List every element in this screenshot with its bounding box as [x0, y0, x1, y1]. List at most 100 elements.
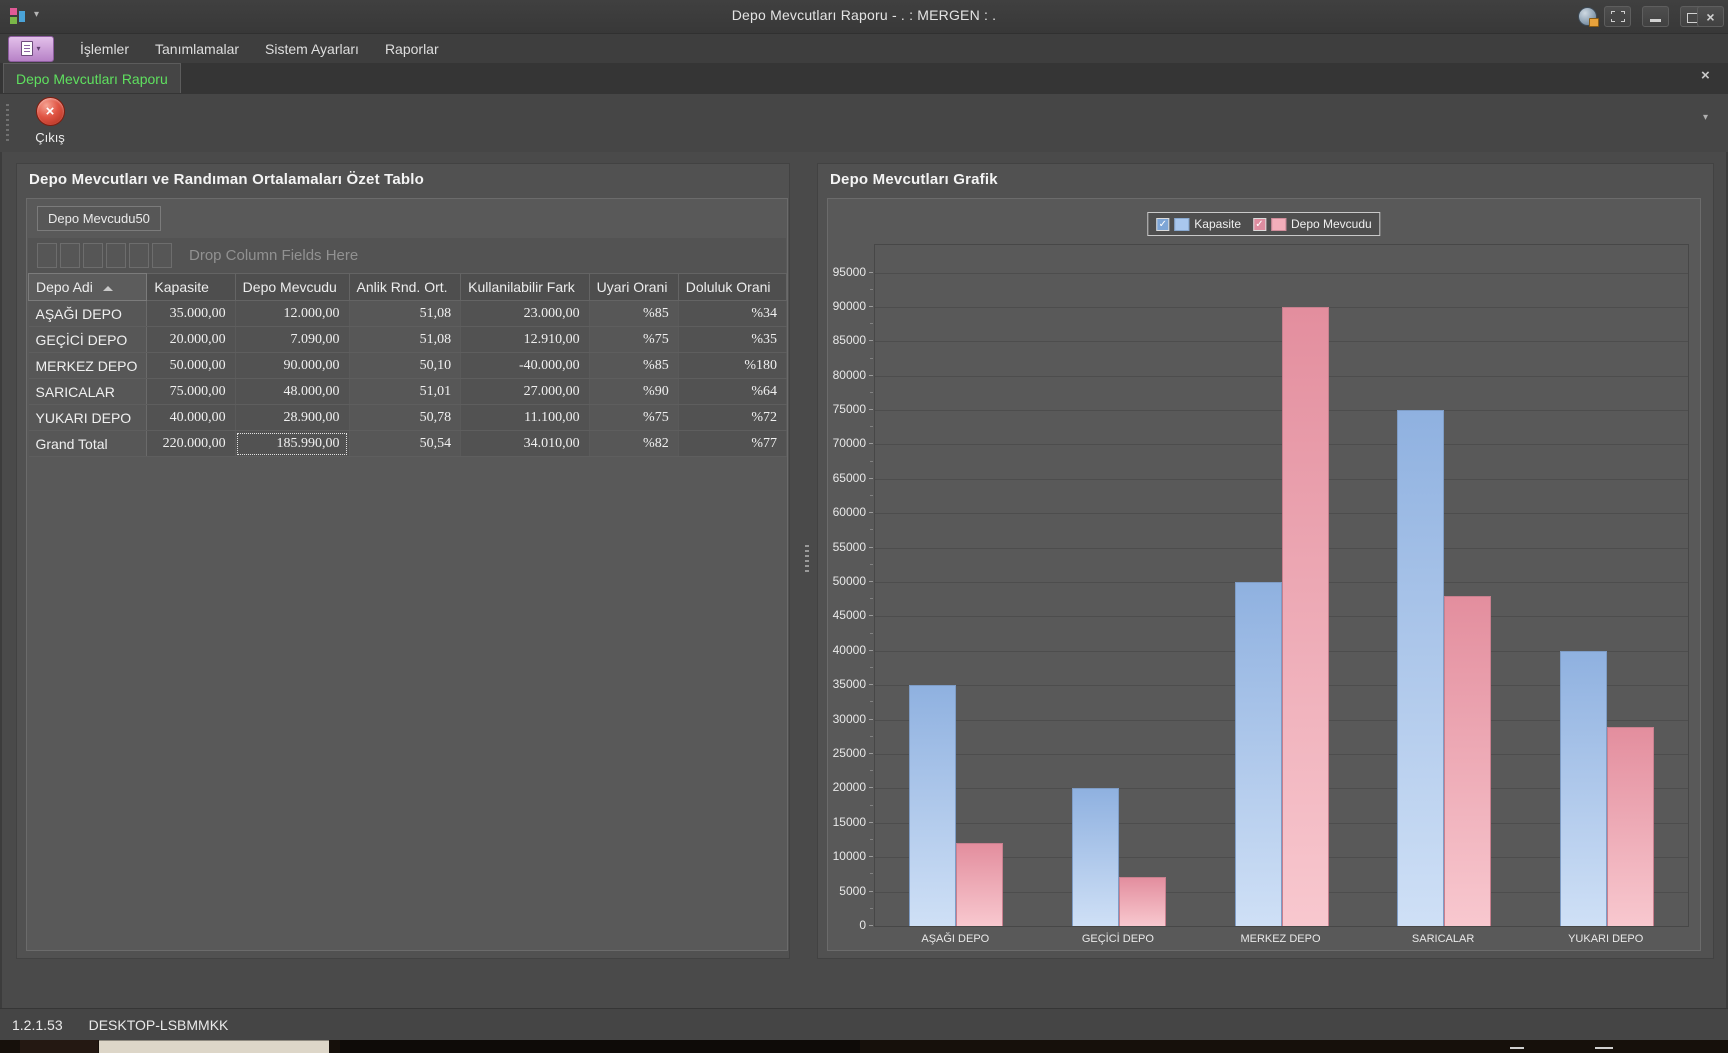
exit-button[interactable]: × Çıkış: [18, 97, 82, 149]
data-cell[interactable]: %85: [589, 301, 678, 327]
toolbar-grip[interactable]: [6, 104, 9, 142]
menu-item-raporlar[interactable]: Raporlar: [385, 41, 439, 57]
application-menu-button[interactable]: ▾: [8, 36, 54, 62]
column-header-doluluk-orani[interactable]: Doluluk Orani: [678, 274, 786, 301]
data-cell[interactable]: %85: [589, 353, 678, 379]
globe-lock-icon: [1578, 7, 1597, 26]
data-cell[interactable]: 40.000,00: [147, 405, 235, 431]
y-axis-label: 65000: [828, 471, 866, 485]
y-axis-label: 85000: [828, 333, 866, 347]
data-cell[interactable]: %82: [589, 431, 678, 457]
data-cell[interactable]: 7.090,00: [235, 327, 349, 353]
menu-item-tan-mlamalar[interactable]: Tanımlamalar: [155, 41, 239, 57]
y-axis-minor-tick: [870, 564, 873, 565]
data-cell[interactable]: 34.010,00: [461, 431, 589, 457]
column-fields-drop-area[interactable]: Drop Column Fields Here: [28, 238, 786, 273]
data-cell[interactable]: 51,08: [349, 327, 461, 353]
depo-mevcudu-checkbox[interactable]: ✓: [1253, 218, 1266, 231]
data-cell[interactable]: %77: [678, 431, 786, 457]
data-cell[interactable]: %180: [678, 353, 786, 379]
y-axis-label: 75000: [828, 402, 866, 416]
data-cell[interactable]: %64: [678, 379, 786, 405]
data-cell[interactable]: 27.000,00: [461, 379, 589, 405]
legend-item-kapasite: ✓ Kapasite: [1156, 217, 1241, 231]
data-cell[interactable]: 50,10: [349, 353, 461, 379]
y-axis-tick: [869, 891, 873, 892]
data-cell[interactable]: 50,78: [349, 405, 461, 431]
column-header-depo-mevcudu[interactable]: Depo Mevcudu: [235, 274, 349, 301]
x-axis-label: MERKEZ DEPO: [1199, 933, 1362, 945]
row-header-cell[interactable]: YUKARI DEPO: [29, 405, 147, 431]
tab-close-icon[interactable]: ×: [1701, 68, 1710, 83]
menu-item-i-lemler[interactable]: İşlemler: [80, 41, 129, 57]
data-cell[interactable]: 20.000,00: [147, 327, 235, 353]
row-header-cell[interactable]: Grand Total: [29, 431, 147, 457]
menu-item-sistem-ayarlar-[interactable]: Sistem Ayarları: [265, 41, 359, 57]
fit-screen-button[interactable]: [1604, 6, 1631, 27]
window-title: Depo Mevcutları Raporu - . : MERGEN : .: [0, 7, 1728, 23]
drop-slot-icon: [106, 243, 126, 268]
data-cell[interactable]: 51,08: [349, 301, 461, 327]
data-cell[interactable]: 12.000,00: [235, 301, 349, 327]
y-axis-label: 30000: [828, 712, 866, 726]
data-cell[interactable]: 90.000,00: [235, 353, 349, 379]
column-header-kullanilabilir-fark[interactable]: Kullanilabilir Fark: [461, 274, 589, 301]
data-cell[interactable]: %35: [678, 327, 786, 353]
desktop-text-fragment: [1595, 1047, 1613, 1049]
data-cell[interactable]: 35.000,00: [147, 301, 235, 327]
kapasite-legend-label: Kapasite: [1194, 217, 1241, 231]
column-header-kapasite[interactable]: Kapasite: [147, 274, 235, 301]
table-row: Grand Total220.000,00185.990,0050,5434.0…: [29, 431, 787, 457]
y-axis-label: 95000: [828, 265, 866, 279]
data-cell[interactable]: 51,01: [349, 379, 461, 405]
data-cell[interactable]: -40.000,00: [461, 353, 589, 379]
row-header-cell[interactable]: SARICALAR: [29, 379, 147, 405]
minimize-button[interactable]: [1642, 6, 1669, 27]
y-axis-tick: [869, 787, 873, 788]
data-cell[interactable]: 220.000,00: [147, 431, 235, 457]
data-cell[interactable]: 50,54: [349, 431, 461, 457]
chart-panel-title: Depo Mevcutları Grafik: [830, 171, 998, 188]
kapasite-checkbox[interactable]: ✓: [1156, 218, 1169, 231]
data-cell[interactable]: %75: [589, 327, 678, 353]
drop-slot-icon: [152, 243, 172, 268]
panel-splitter[interactable]: [792, 163, 816, 959]
row-header-cell[interactable]: GEÇİCİ DEPO: [29, 327, 147, 353]
y-axis-tick: [869, 615, 873, 616]
row-header-cell[interactable]: MERKEZ DEPO: [29, 353, 147, 379]
column-header-anlik-rnd-ort-[interactable]: Anlik Rnd. Ort.: [349, 274, 461, 301]
y-axis-tick: [869, 409, 873, 410]
data-cell[interactable]: 75.000,00: [147, 379, 235, 405]
y-axis-minor-tick: [870, 633, 873, 634]
bar-depo-mevcudu-merkez-depo: [1282, 307, 1329, 926]
data-cell[interactable]: 28.900,00: [235, 405, 349, 431]
column-header-depo-adi[interactable]: Depo Adi: [29, 274, 147, 301]
toolbar-overflow-caret-icon[interactable]: ▾: [1703, 112, 1708, 123]
data-cell[interactable]: 11.100,00: [461, 405, 589, 431]
data-cell[interactable]: %72: [678, 405, 786, 431]
column-header-uyari-orani[interactable]: Uyari Orani: [589, 274, 678, 301]
y-axis-label: 0: [828, 918, 866, 932]
y-axis-label: 5000: [828, 884, 866, 898]
desktop-fragment: [340, 1040, 860, 1053]
data-cell[interactable]: 12.910,00: [461, 327, 589, 353]
pivot-table: Depo AdiKapasiteDepo MevcuduAnlik Rnd. O…: [28, 273, 787, 457]
data-cell[interactable]: %90: [589, 379, 678, 405]
minimize-icon: [1650, 19, 1661, 22]
data-cell[interactable]: %75: [589, 405, 678, 431]
y-axis-label: 40000: [828, 643, 866, 657]
y-axis-minor-tick: [870, 461, 873, 462]
y-axis-tick: [869, 856, 873, 857]
close-button[interactable]: ×: [1697, 6, 1724, 27]
row-header-cell[interactable]: AŞAĞI DEPO: [29, 301, 147, 327]
data-cell[interactable]: %34: [678, 301, 786, 327]
fit-screen-icon: [1611, 11, 1625, 22]
chart-container: ✓ Kapasite ✓ Depo Mevcudu AŞAĞI DEPOGEÇİ…: [827, 198, 1701, 951]
data-field-chip[interactable]: Depo Mevcudu50: [37, 206, 161, 231]
y-axis-minor-tick: [870, 392, 873, 393]
data-cell[interactable]: 23.000,00: [461, 301, 589, 327]
data-cell[interactable]: 50.000,00: [147, 353, 235, 379]
tab-depo-mevcutlari-raporu[interactable]: Depo Mevcutları Raporu: [3, 63, 181, 93]
data-cell[interactable]: 48.000,00: [235, 379, 349, 405]
data-cell[interactable]: 185.990,00: [235, 431, 349, 457]
